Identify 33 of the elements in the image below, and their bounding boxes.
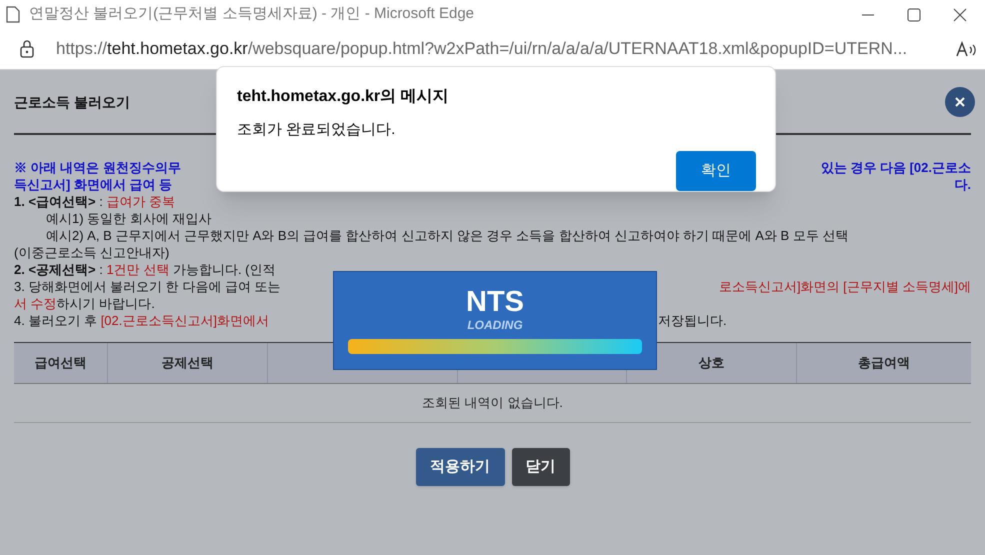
column-header: 공제선택 [108,343,268,383]
notice-text: 1. <급여선택> : 급여가 중복 [14,193,176,210]
notice-text: 득신고서] 화면에서 급여 등 [14,176,172,193]
notice-text: ※ 아래 내역은 원천징수의무 [14,159,181,176]
notice-text: 3. 당해화면에서 불러오기 한 다음에 급여 또는 [14,278,281,295]
notice-text: 로소득신고서]화면의 [근무지별 소득명세]에 [718,278,971,295]
action-button[interactable]: 닫기 [512,448,570,486]
close-icon[interactable] [953,8,967,22]
empty-message: 조회된 내역이 없습니다. [14,384,971,423]
notice-text: 예시2) A, B 근무지에서 근무했지만 A와 B의 급여를 합산하여 신고하지 않은 경우 소득을 합산하여 신고하여야 하기 때문에 A와 B 모두 선택 [46,227,848,244]
loading-logo: NTS [466,286,524,318]
notice-text: 다. [954,176,971,193]
column-header: 급여선택 [14,343,108,383]
close-button[interactable] [945,86,975,116]
action-button[interactable]: 적용하기 [416,448,504,486]
column-header: 총급여액 [857,354,911,372]
notice-text: 저장됩니다. [658,313,727,328]
notice-text: 2. <공제선택> : 1건만 선택 가능합니다. (인적 [14,261,276,278]
maximize-icon[interactable] [907,8,921,22]
notice-text: (이중근로소득 신고안내자) [14,244,170,261]
page-title: 근로소득 불러오기 [14,93,130,112]
lock-icon[interactable] [20,40,34,58]
dialog-message: 조회가 완료되었습니다. [237,121,396,139]
notice-text: 있는 경우 다음 [02.근로소 [820,159,971,176]
notice-text: 서 수정하시기 바랍니다. [14,295,155,312]
read-aloud-icon[interactable] [955,40,977,58]
page-icon[interactable] [6,6,20,23]
notice-text: 예시1) 동일한 회사에 재입사 [46,210,212,227]
loading-caption: LOADING [467,318,523,332]
dialog-title: teht.hometax.go.kr의 메시지 [237,87,450,107]
ok-button[interactable]: 확인 [676,151,756,191]
notice-text: 4. 불러오기 후 [02.근로소득신고서]화면에서 [14,313,269,328]
window-title: 연말정산 불러오기(근무처별 소득명세자료) - 개인 - Microsoft Edge [29,4,476,24]
